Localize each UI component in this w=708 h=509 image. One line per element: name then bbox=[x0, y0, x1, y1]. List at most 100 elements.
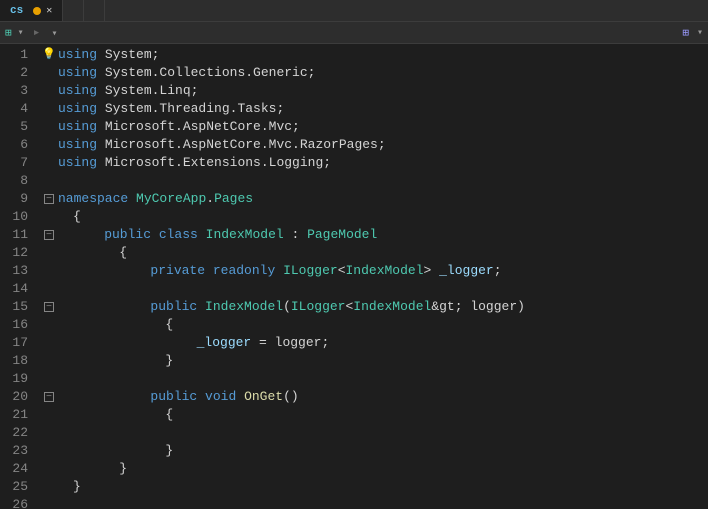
gutter-1[interactable]: 💡 bbox=[40, 46, 58, 64]
collapse-icon[interactable]: − bbox=[44, 392, 54, 402]
code-line-14 bbox=[40, 280, 708, 298]
code-line-9: −namespace MyCoreApp.Pages bbox=[40, 190, 708, 208]
code-line-2: using System.Collections.Generic; bbox=[40, 64, 708, 82]
token-kw-blue: using bbox=[58, 154, 97, 172]
code-line-7: using Microsoft.Extensions.Logging; bbox=[40, 154, 708, 172]
nav-member[interactable]: ⊞ ▾ bbox=[682, 26, 703, 40]
token-kw-blue: using bbox=[58, 64, 97, 82]
close-icon[interactable]: ✕ bbox=[46, 5, 52, 17]
code-line-3: using System.Linq; bbox=[40, 82, 708, 100]
code-line-19 bbox=[40, 370, 708, 388]
tab-index-cs[interactable]: cs ✕ bbox=[0, 0, 63, 21]
line-number-21: 21 bbox=[0, 406, 28, 424]
cs-file-icon: cs bbox=[10, 5, 23, 17]
token-plain bbox=[151, 226, 159, 244]
line-number-15: 15 bbox=[0, 298, 28, 316]
token-plain: ( bbox=[283, 298, 291, 316]
code-line-17: _logger = logger; bbox=[40, 334, 708, 352]
token-kw-blue: using bbox=[58, 100, 97, 118]
token-plain: { bbox=[103, 316, 173, 334]
token-plain bbox=[88, 298, 150, 316]
token-kw-blue: public bbox=[150, 388, 197, 406]
line-number-5: 5 bbox=[0, 118, 28, 136]
gutter-20[interactable]: − bbox=[40, 388, 58, 406]
token-type-green: IndexModel bbox=[346, 262, 424, 280]
token-kw-blue: using bbox=[58, 82, 97, 100]
token-plain: { bbox=[88, 244, 127, 262]
line-number-24: 24 bbox=[0, 460, 28, 478]
nav-class-path[interactable]: ▾ bbox=[49, 26, 57, 40]
line-number-18: 18 bbox=[0, 352, 28, 370]
nav-member-arrow: ▾ bbox=[697, 27, 703, 39]
line-number-9: 9 bbox=[0, 190, 28, 208]
token-plain bbox=[103, 334, 197, 352]
line-number-10: 10 bbox=[0, 208, 28, 226]
nav-project[interactable]: ⊞ ▾ bbox=[5, 26, 24, 40]
code-line-25: } bbox=[40, 478, 708, 496]
token-plain: < bbox=[338, 262, 346, 280]
token-plain bbox=[88, 262, 150, 280]
token-kw-blue: private bbox=[150, 262, 205, 280]
token-plain bbox=[198, 226, 206, 244]
line-number-23: 23 bbox=[0, 442, 28, 460]
line-number-19: 19 bbox=[0, 370, 28, 388]
token-type-green: PageModel bbox=[307, 226, 377, 244]
code-line-11: − public class IndexModel : PageModel bbox=[40, 226, 708, 244]
line-number-4: 4 bbox=[0, 100, 28, 118]
token-plain: System.Linq; bbox=[97, 82, 198, 100]
tab-mycoreapp[interactable] bbox=[84, 0, 105, 21]
token-plain: > bbox=[424, 262, 440, 280]
token-plain: } bbox=[88, 460, 127, 478]
token-kw-blue: using bbox=[58, 136, 97, 154]
line-number-3: 3 bbox=[0, 82, 28, 100]
gutter-9[interactable]: − bbox=[40, 190, 58, 208]
token-plain: Microsoft.AspNetCore.Mvc.RazorPages; bbox=[97, 136, 386, 154]
collapse-icon[interactable]: − bbox=[44, 194, 54, 204]
gutter-15[interactable]: − bbox=[40, 298, 58, 316]
line-number-17: 17 bbox=[0, 334, 28, 352]
line-number-6: 6 bbox=[0, 136, 28, 154]
token-type-green: ILogger bbox=[291, 298, 346, 316]
code-area: 1234567891011121314151617181920212223242… bbox=[0, 44, 708, 509]
code-line-15: − public IndexModel(ILogger<IndexModel&g… bbox=[40, 298, 708, 316]
code-line-13: private readonly ILogger<IndexModel> _lo… bbox=[40, 262, 708, 280]
line-number-22: 22 bbox=[0, 424, 28, 442]
line-number-11: 11 bbox=[0, 226, 28, 244]
code-line-4: using System.Threading.Tasks; bbox=[40, 100, 708, 118]
token-kw-blue: using bbox=[58, 118, 97, 136]
token-type-green: MyCoreApp bbox=[136, 190, 206, 208]
token-kw-blue: public bbox=[73, 226, 151, 244]
token-plain bbox=[205, 262, 213, 280]
line-number-2: 2 bbox=[0, 64, 28, 82]
line-number-26: 26 bbox=[0, 496, 28, 509]
code-content[interactable]: 💡using System;using System.Collections.G… bbox=[36, 44, 708, 509]
token-type-green: ILogger bbox=[283, 262, 338, 280]
tab-index-cshtml[interactable] bbox=[63, 0, 84, 21]
collapse-icon[interactable]: − bbox=[44, 302, 54, 312]
code-line-22 bbox=[40, 424, 708, 442]
token-plain: } bbox=[103, 352, 173, 370]
lightbulb-icon: 💡 bbox=[42, 49, 56, 61]
line-number-12: 12 bbox=[0, 244, 28, 262]
gutter-11[interactable]: − bbox=[40, 226, 58, 244]
token-plain: { bbox=[103, 406, 173, 424]
code-line-6: using Microsoft.AspNetCore.Mvc.RazorPage… bbox=[40, 136, 708, 154]
token-plain: } bbox=[103, 442, 173, 460]
token-plain bbox=[197, 298, 205, 316]
nav-class-arrow: ▾ bbox=[51, 29, 57, 40]
line-number-20: 20 bbox=[0, 388, 28, 406]
token-plain: ; bbox=[494, 262, 502, 280]
token-plain: < bbox=[345, 298, 353, 316]
token-plain: : bbox=[284, 226, 307, 244]
member-icon: ⊞ bbox=[682, 26, 689, 40]
code-line-12: { bbox=[40, 244, 708, 262]
token-kw-blue: readonly bbox=[213, 262, 275, 280]
token-kw-blue: namespace bbox=[58, 190, 128, 208]
token-plain bbox=[88, 388, 150, 406]
code-line-24: } bbox=[40, 460, 708, 478]
token-plain: () bbox=[283, 388, 299, 406]
token-kw-blue: using bbox=[58, 46, 97, 64]
nav-separator: ▸ bbox=[33, 25, 41, 40]
project-grid-icon: ⊞ bbox=[5, 26, 12, 40]
collapse-icon[interactable]: − bbox=[44, 230, 54, 240]
